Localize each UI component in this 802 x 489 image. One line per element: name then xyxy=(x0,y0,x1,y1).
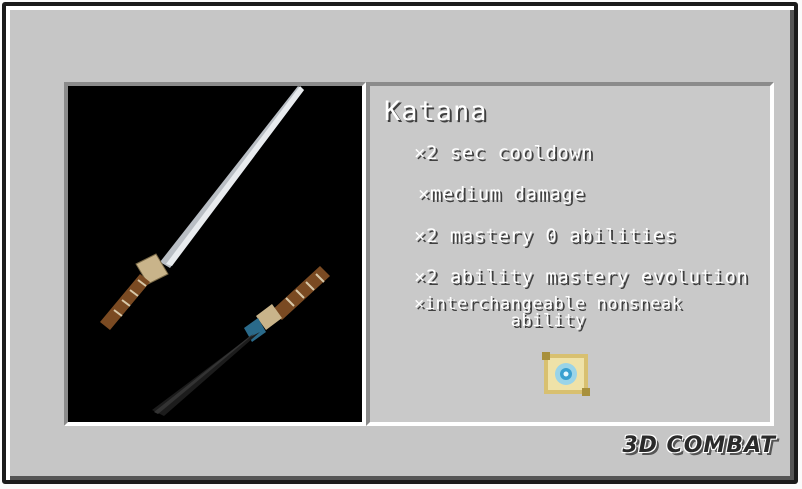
stat-mastery-abilities: ×2 mastery 0 abilities xyxy=(414,225,677,247)
ability-scroll-icon xyxy=(542,352,590,396)
stat-mastery-evolution: ×2 ability mastery evolution xyxy=(414,266,749,288)
item-info-panel: Katana ×2 sec cooldown ×medium damage ×2… xyxy=(366,82,774,426)
stat-interchangeable-line2: ability xyxy=(510,311,586,331)
stat-interchangeable: ×interchangeable nonsneak ability xyxy=(414,296,682,330)
item-image-panel xyxy=(64,82,366,426)
stat-cooldown: ×2 sec cooldown xyxy=(414,142,594,164)
item-name: Katana xyxy=(384,96,488,127)
katana-and-sheath-icon xyxy=(100,86,330,416)
brand-logo: 3D COMBAT xyxy=(622,433,776,458)
item-card: Katana ×2 sec cooldown ×medium damage ×2… xyxy=(2,2,798,484)
stat-damage: ×medium damage xyxy=(418,183,586,205)
